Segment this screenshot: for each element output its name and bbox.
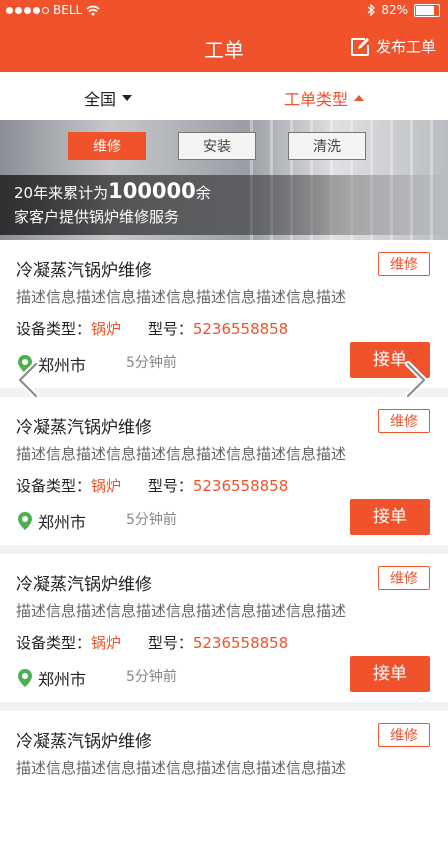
publish-order-button[interactable]: 发布工单 bbox=[350, 36, 436, 57]
order-title: 冷凝蒸汽锅炉维修 bbox=[16, 732, 152, 752]
caret-down-icon bbox=[122, 95, 133, 101]
location-pin-icon bbox=[18, 512, 32, 530]
order-card[interactable]: 冷凝蒸汽锅炉维修 维修 描述信息描述信息描述信息描述信息描述信息描述 设备类型：… bbox=[0, 554, 448, 702]
device-type: 锅炉 bbox=[91, 634, 122, 652]
battery-percent: 82% bbox=[381, 3, 408, 17]
banner-slogan: 20年来累计为100000余 家客户提供锅炉维修服务 bbox=[14, 179, 211, 229]
carrier-name: BELL bbox=[53, 3, 83, 17]
order-description: 描述信息描述信息描述信息描述信息描述信息描述 bbox=[16, 759, 347, 777]
accept-order-button[interactable]: 接单 bbox=[350, 499, 430, 535]
order-card[interactable]: 冷凝蒸汽锅炉维修 维修 描述信息描述信息描述信息描述信息描述信息描述 设备类型：… bbox=[0, 397, 448, 545]
wifi-icon bbox=[86, 5, 100, 15]
order-city: 郑州市 bbox=[38, 356, 87, 375]
chevron-right-icon[interactable] bbox=[402, 360, 430, 400]
order-description: 描述信息描述信息描述信息描述信息描述信息描述 bbox=[16, 445, 347, 463]
order-location: 郑州市 bbox=[18, 509, 86, 533]
device-info: 设备类型：锅炉 型号：5236558858 bbox=[16, 634, 289, 652]
bluetooth-icon bbox=[367, 4, 376, 16]
model-number: 5236558858 bbox=[192, 477, 289, 495]
nav-bar: 工单 发布工单 bbox=[0, 22, 448, 72]
signal-icon bbox=[6, 6, 49, 14]
order-type-filter[interactable]: 工单类型 bbox=[284, 86, 365, 110]
edit-icon bbox=[350, 37, 369, 56]
filter-bar: 全国 工单类型 bbox=[0, 72, 448, 120]
banner-line2: 家客户提供锅炉维修服务 bbox=[14, 208, 180, 226]
device-type: 锅炉 bbox=[91, 320, 122, 338]
device-info: 设备类型：锅炉 型号：5236558858 bbox=[16, 477, 289, 495]
banner: 维修 安装 清洗 20年来累计为100000余 家客户提供锅炉维修服务 bbox=[0, 120, 448, 240]
publish-label: 发布工单 bbox=[375, 38, 436, 56]
order-description: 描述信息描述信息描述信息描述信息描述信息描述 bbox=[16, 602, 347, 620]
region-filter-label: 全国 bbox=[84, 90, 117, 109]
order-title: 冷凝蒸汽锅炉维修 bbox=[16, 418, 152, 438]
banner-number: 100000 bbox=[108, 179, 196, 203]
order-type-tag: 维修 bbox=[378, 723, 430, 747]
banner-line1-suffix: 余 bbox=[195, 184, 211, 202]
tab-clean[interactable]: 清洗 bbox=[288, 132, 366, 160]
order-card[interactable]: 冷凝蒸汽锅炉维修 维修 描述信息描述信息描述信息描述信息描述信息描述 设备类型：… bbox=[0, 240, 448, 388]
order-type-tag: 维修 bbox=[378, 409, 430, 433]
order-location: 郑州市 bbox=[18, 666, 86, 690]
order-title: 冷凝蒸汽锅炉维修 bbox=[16, 261, 152, 281]
caret-up-icon bbox=[354, 95, 365, 101]
order-type-filter-label: 工单类型 bbox=[284, 90, 349, 109]
battery-icon bbox=[414, 3, 440, 17]
model-number: 5236558858 bbox=[192, 320, 289, 338]
tab-repair[interactable]: 维修 bbox=[68, 132, 146, 160]
order-city: 郑州市 bbox=[38, 670, 87, 689]
order-title: 冷凝蒸汽锅炉维修 bbox=[16, 575, 152, 595]
order-time: 5分钟前 bbox=[126, 669, 177, 685]
order-card[interactable]: 冷凝蒸汽锅炉维修 维修 描述信息描述信息描述信息描述信息描述信息描述 bbox=[0, 711, 448, 859]
accept-order-button[interactable]: 接单 bbox=[350, 656, 430, 692]
device-info: 设备类型：锅炉 型号：5236558858 bbox=[16, 320, 289, 338]
order-city: 郑州市 bbox=[38, 513, 87, 532]
order-time: 5分钟前 bbox=[126, 512, 177, 528]
banner-line1-prefix: 20年来累计为 bbox=[14, 184, 109, 202]
order-type-tag: 维修 bbox=[378, 566, 430, 590]
order-description: 描述信息描述信息描述信息描述信息描述信息描述 bbox=[16, 288, 347, 306]
device-type: 锅炉 bbox=[91, 477, 122, 495]
model-number: 5236558858 bbox=[192, 634, 289, 652]
order-type-tag: 维修 bbox=[378, 252, 430, 276]
location-pin-icon bbox=[18, 669, 32, 687]
region-filter[interactable]: 全国 bbox=[84, 86, 133, 110]
chevron-left-icon[interactable] bbox=[14, 360, 42, 400]
order-time: 5分钟前 bbox=[126, 355, 177, 371]
tab-install[interactable]: 安装 bbox=[178, 132, 256, 160]
status-bar: BELL 82% bbox=[0, 0, 448, 22]
